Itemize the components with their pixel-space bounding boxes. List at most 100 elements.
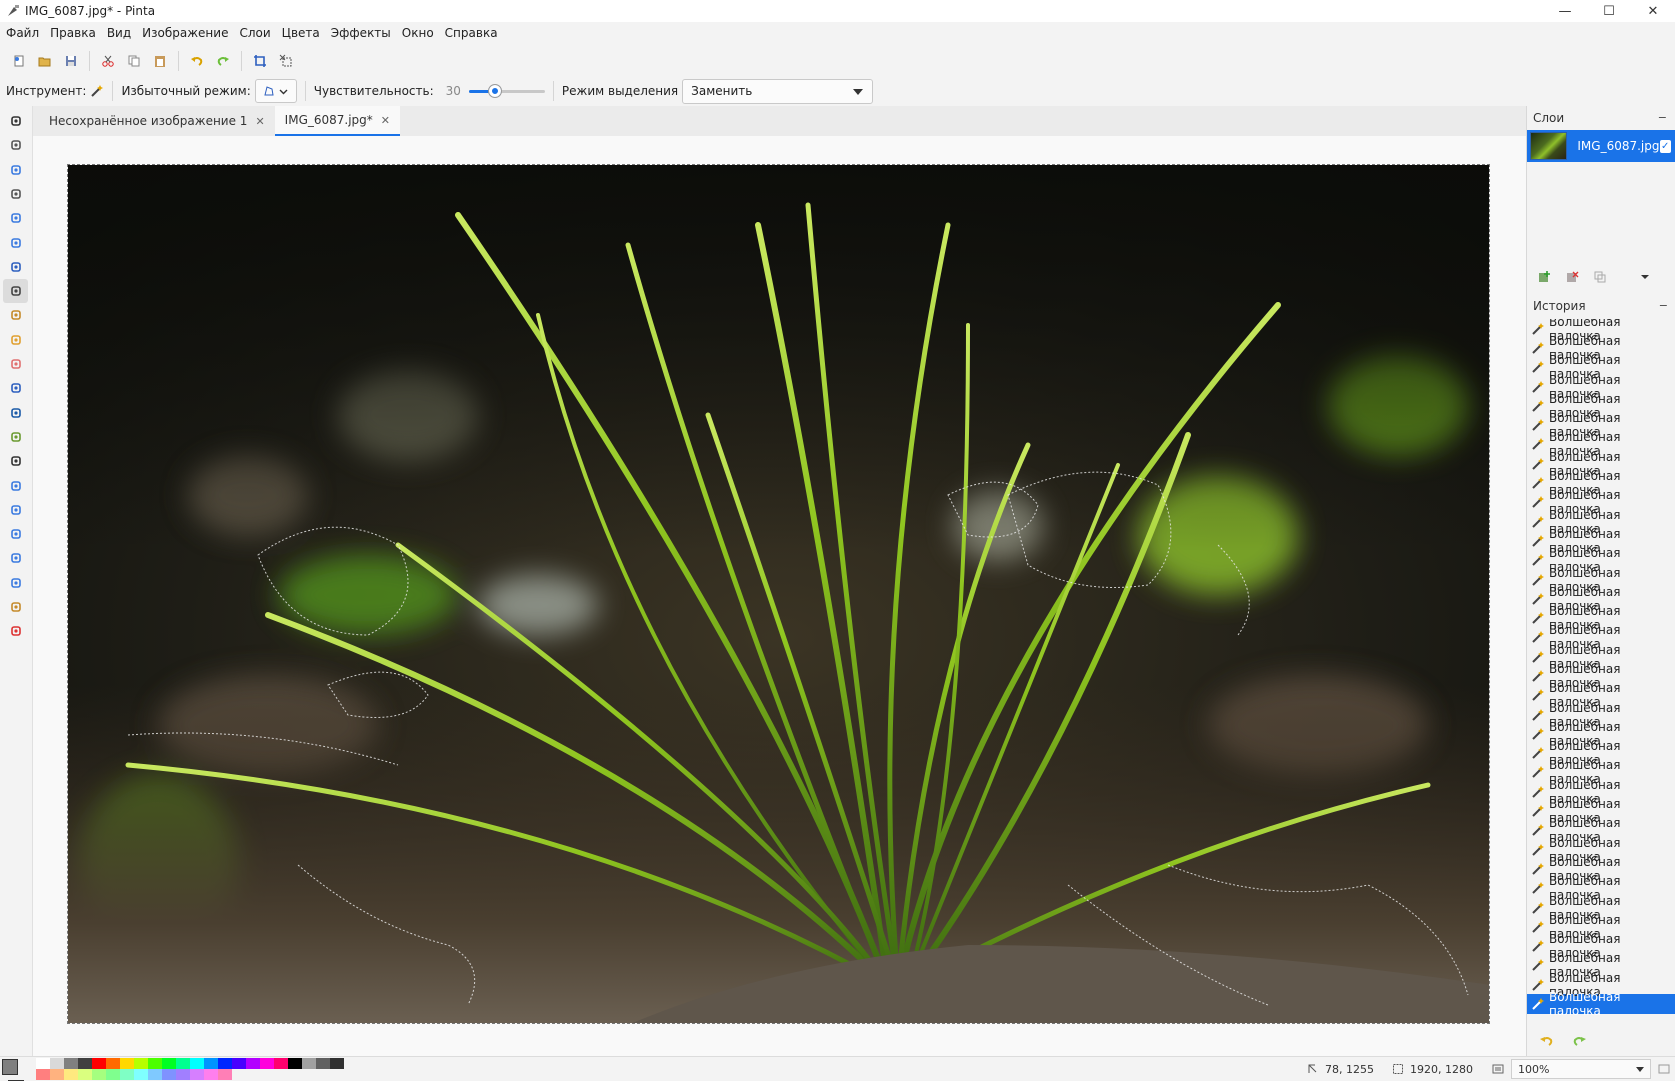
color-swatch[interactable] (50, 1058, 64, 1069)
color-swatch[interactable] (92, 1069, 106, 1080)
color-swatch[interactable] (260, 1058, 274, 1069)
layer-menu-chevron-icon[interactable] (1639, 271, 1651, 283)
menu-window[interactable]: Окно (398, 26, 438, 40)
freeform-tool[interactable] (3, 571, 28, 595)
redo-icon[interactable] (1571, 1034, 1587, 1048)
redo-button[interactable] (210, 49, 236, 73)
menu-effects[interactable]: Эффекты (327, 26, 395, 40)
color-swatch[interactable] (148, 1058, 162, 1069)
flood-mode-dropdown[interactable] (254, 79, 297, 103)
menu-help[interactable]: Справка (441, 26, 502, 40)
color-swatch[interactable] (106, 1069, 120, 1080)
undo-icon[interactable] (1539, 1034, 1555, 1048)
color-swatch[interactable] (218, 1069, 232, 1080)
menu-layers[interactable]: Слои (235, 26, 274, 40)
zoom-tool[interactable] (3, 158, 28, 182)
deselect-button[interactable] (273, 49, 299, 73)
color-swatch[interactable] (92, 1058, 106, 1069)
menu-image[interactable]: Изображение (138, 26, 232, 40)
cut-button[interactable] (95, 49, 121, 73)
color-swatch[interactable] (176, 1069, 190, 1080)
tab-unsaved-image[interactable]: Несохранённое изображение 1 ✕ (39, 106, 275, 136)
paintbrush-tool[interactable] (3, 303, 28, 327)
menu-view[interactable]: Вид (103, 26, 135, 40)
color-swatch[interactable] (36, 1058, 50, 1069)
gradient-tool[interactable] (3, 401, 28, 425)
color-swatch[interactable] (330, 1058, 344, 1069)
color-swatch[interactable] (190, 1058, 204, 1069)
color-swatch[interactable] (134, 1058, 148, 1069)
magic-wand-tool[interactable] (3, 279, 28, 304)
clone-stamp-tool[interactable] (3, 595, 28, 619)
color-swatch[interactable] (162, 1058, 176, 1069)
color-swatch[interactable] (316, 1058, 330, 1069)
move-selection-tool[interactable] (3, 133, 28, 157)
pencil-tool[interactable] (3, 328, 28, 352)
undo-button[interactable] (184, 49, 210, 73)
rounded-rect-tool[interactable] (3, 522, 28, 546)
maximize-button[interactable]: ☐ (1587, 0, 1631, 22)
minimize-button[interactable]: — (1543, 0, 1587, 22)
ellipse-select-tool[interactable] (3, 231, 28, 255)
move-selected-tool[interactable] (3, 109, 28, 133)
menu-file[interactable]: Файл (2, 26, 43, 40)
menu-adjustments[interactable]: Цвета (278, 26, 324, 40)
duplicate-layer-icon[interactable] (1593, 270, 1607, 284)
image-canvas[interactable] (67, 164, 1490, 1024)
paint-bucket-tool[interactable] (3, 376, 28, 400)
rectangle-tool[interactable] (3, 498, 28, 522)
add-layer-icon[interactable] (1537, 270, 1551, 284)
color-swatch[interactable] (274, 1058, 288, 1069)
primary-color-swatch[interactable] (2, 1059, 18, 1075)
color-swatch[interactable] (218, 1058, 232, 1069)
primary-secondary-colors[interactable] (2, 1059, 24, 1081)
color-swatch[interactable] (176, 1058, 190, 1069)
save-button[interactable] (58, 49, 84, 73)
color-swatch[interactable] (246, 1058, 260, 1069)
color-swatch[interactable] (190, 1069, 204, 1080)
close-tab-icon[interactable]: ✕ (255, 115, 264, 128)
ellipse-tool[interactable] (3, 546, 28, 570)
delete-layer-icon[interactable] (1565, 270, 1579, 284)
rect-select-tool[interactable] (3, 206, 28, 230)
menu-edit[interactable]: Правка (46, 26, 100, 40)
new-image-button[interactable] (6, 49, 32, 73)
lasso-tool[interactable] (3, 255, 28, 279)
color-swatch[interactable] (232, 1058, 246, 1069)
color-swatch[interactable] (64, 1069, 78, 1080)
color-swatch[interactable] (162, 1069, 176, 1080)
sensitivity-slider[interactable] (468, 81, 545, 101)
close-window-button[interactable]: ✕ (1631, 0, 1675, 22)
color-swatch[interactable] (134, 1069, 148, 1080)
crop-button[interactable] (247, 49, 273, 73)
layer-visibility-checkbox[interactable]: ✓ (1659, 139, 1671, 153)
color-picker-tool[interactable] (3, 425, 28, 449)
color-swatch[interactable] (36, 1069, 50, 1080)
close-tab-icon[interactable]: ✕ (381, 114, 390, 127)
selection-mode-dropdown[interactable]: Заменить (682, 78, 874, 104)
history-item[interactable]: Волшебная палочка (1527, 990, 1675, 1018)
color-swatch[interactable] (78, 1058, 92, 1069)
color-swatch[interactable] (204, 1058, 218, 1069)
text-tool[interactable] (3, 449, 28, 473)
copy-button[interactable] (121, 49, 147, 73)
eraser-tool[interactable] (3, 352, 28, 376)
zoom-fit-icon[interactable] (1491, 1062, 1505, 1076)
minimize-panel-button[interactable]: − (1659, 299, 1668, 312)
zoom-combobox[interactable]: 100% (1511, 1059, 1651, 1079)
layer-item[interactable]: IMG_6087.jpg ✓ (1527, 130, 1675, 162)
color-swatch[interactable] (148, 1069, 162, 1080)
color-swatch[interactable] (288, 1058, 302, 1069)
color-swatch[interactable] (64, 1058, 78, 1069)
line-tool[interactable] (3, 474, 28, 498)
color-swatch[interactable] (302, 1058, 316, 1069)
recolor-tool[interactable] (3, 619, 28, 643)
paste-button[interactable] (147, 49, 173, 73)
color-swatch[interactable] (120, 1058, 134, 1069)
color-swatch[interactable] (106, 1058, 120, 1069)
tab-img-6087[interactable]: IMG_6087.jpg* ✕ (274, 106, 401, 136)
slider-thumb[interactable] (487, 84, 502, 98)
color-swatch[interactable] (78, 1069, 92, 1080)
minimize-panel-button[interactable]: − (1658, 111, 1667, 124)
color-swatch[interactable] (120, 1069, 134, 1080)
